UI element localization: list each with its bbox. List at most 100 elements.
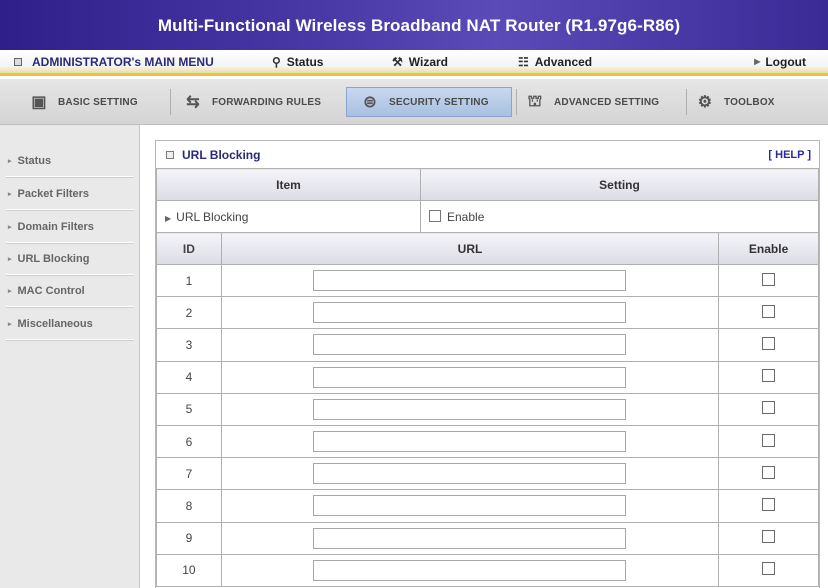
bullet-icon: ▸: [8, 223, 12, 231]
tab-toolbox[interactable]: ⚙ TOOLBOX: [692, 87, 775, 117]
tab-divider: [516, 89, 517, 115]
url-input[interactable]: [313, 398, 627, 420]
table-row: 2: [156, 296, 819, 330]
url-enable-checkbox[interactable]: [762, 497, 776, 511]
url-enable-checkbox[interactable]: [762, 336, 776, 350]
url-input[interactable]: [313, 463, 627, 485]
sidebar-item-domain-filters[interactable]: ▸ Domain Filters: [6, 211, 134, 243]
url-id-cell: 6: [156, 424, 222, 459]
panel-header: URL Blocking [ HELP ]: [156, 141, 819, 168]
url-input[interactable]: [313, 302, 627, 324]
url-id-cell: 8: [156, 489, 222, 523]
tab-bar: ▣ BASIC SETTING ⇆ FORWARDING RULES ⊜ SEC…: [0, 79, 828, 125]
sidebar-item-url-blocking[interactable]: ▸ URL Blocking: [6, 243, 134, 275]
sidebar-item-label: Status: [17, 154, 52, 167]
url-id-cell: 2: [156, 296, 222, 330]
column-header-enable: Enable: [718, 232, 819, 265]
sidebar-item-miscellaneous[interactable]: ▸ Miscellaneous: [6, 308, 134, 340]
tab-forwarding-label: FORWARDING RULES: [212, 96, 322, 108]
square-bullet-icon: [14, 57, 22, 66]
table-row: 3: [156, 328, 819, 362]
url-enable-checkbox[interactable]: [762, 562, 776, 576]
bullet-icon: ▸: [8, 157, 12, 165]
wizard-icon: ⚒: [392, 54, 403, 69]
table-row: 1: [156, 263, 819, 298]
column-header-setting: Setting: [420, 168, 819, 201]
logout-link[interactable]: ▶ Logout: [754, 55, 806, 69]
advanced-menu-label: Advanced: [534, 54, 593, 69]
url-input[interactable]: [313, 495, 627, 517]
url-enable-checkbox[interactable]: [762, 401, 776, 415]
url-cell: [220, 521, 720, 555]
column-header-id: ID: [156, 232, 222, 265]
sidebar-item-label: URL Blocking: [17, 252, 90, 265]
url-input[interactable]: [313, 334, 627, 356]
url-enable-cell: [718, 521, 819, 555]
url-enable-checkbox[interactable]: [762, 530, 776, 544]
status-menu-label: Status: [286, 54, 324, 69]
url-enable-checkbox[interactable]: [762, 369, 776, 383]
sidebar-item-mac-control[interactable]: ▸ MAC Control: [6, 275, 134, 307]
status-menu-link[interactable]: ⚲ Status: [272, 55, 323, 69]
url-enable-checkbox[interactable]: [762, 433, 776, 447]
url-input[interactable]: [313, 270, 627, 292]
bullet-icon: ▸: [8, 287, 12, 295]
url-input[interactable]: [313, 527, 627, 549]
square-bullet-icon: [166, 150, 174, 159]
column-header-url: URL: [220, 232, 720, 265]
help-link[interactable]: [ HELP ]: [768, 149, 811, 161]
url-enable-cell: [718, 489, 819, 523]
url-input[interactable]: [313, 366, 627, 388]
url-enable-checkbox[interactable]: [762, 272, 776, 286]
main-menu-bar: ADMINISTRATOR's MAIN MENU ⚲ Status ⚒ Wiz…: [0, 50, 828, 76]
bullet-icon: ▸: [8, 255, 12, 263]
sidebar-item-label: MAC Control: [17, 284, 85, 297]
url-id-cell: 10: [156, 553, 222, 587]
sidebar-item-status[interactable]: ▸ Status: [6, 145, 134, 177]
url-cell: [220, 296, 720, 330]
basic-setting-icon: ▣: [31, 94, 47, 111]
advanced-menu-link[interactable]: ☷ Advanced: [518, 55, 592, 69]
url-input[interactable]: [313, 559, 627, 581]
panel-title-text: URL Blocking: [182, 147, 261, 162]
status-icon: ⚲: [272, 54, 281, 69]
url-list-table: ID URL Enable 1 2 3 4 5 6 7 8 9 10: [156, 232, 819, 587]
url-input[interactable]: [313, 431, 627, 453]
tab-advanced-label: ADVANCED SETTING: [554, 96, 660, 108]
url-rows: 1 2 3 4 5 6 7 8 9 10: [156, 263, 819, 587]
row-label-text: URL Blocking: [176, 209, 249, 224]
url-enable-cell: [718, 263, 819, 298]
tab-forwarding-rules[interactable]: ⇆ FORWARDING RULES: [180, 87, 321, 117]
tab-advanced-setting[interactable]: ⛫ ADVANCED SETTING: [522, 87, 660, 117]
url-blocking-panel: URL Blocking [ HELP ] Item Setting ▶ URL …: [155, 140, 820, 588]
url-id-cell: 1: [156, 263, 222, 298]
url-cell: [220, 489, 720, 523]
enable-setting-cell: Enable: [420, 200, 819, 233]
sidebar-item-label: Packet Filters: [17, 187, 90, 200]
table-row: 8: [156, 489, 819, 523]
tab-security-label: SECURITY SETTING: [389, 96, 489, 108]
url-cell: [220, 328, 720, 362]
tab-basic-label: BASIC SETTING: [58, 96, 138, 108]
tab-toolbox-label: TOOLBOX: [724, 96, 775, 108]
page-title: Multi-Functional Wireless Broadband NAT …: [157, 16, 681, 35]
url-enable-checkbox[interactable]: [762, 465, 776, 479]
forwarding-icon: ⇆: [186, 94, 200, 111]
admin-menu-label: ADMINISTRATOR's MAIN MENU: [14, 55, 214, 69]
tab-basic-setting[interactable]: ▣ BASIC SETTING: [26, 87, 138, 117]
wizard-menu-label: Wizard: [408, 54, 448, 69]
url-cell: [220, 457, 720, 491]
tab-security-setting[interactable]: ⊜ SECURITY SETTING: [346, 87, 512, 117]
triangle-right-icon: ▶: [754, 57, 761, 66]
url-enable-checkbox[interactable]: [762, 304, 776, 318]
sidebar-item-packet-filters[interactable]: ▸ Packet Filters: [6, 178, 134, 210]
enable-url-blocking-checkbox[interactable]: [429, 209, 441, 222]
bullet-icon: ▸: [8, 320, 12, 328]
url-enable-cell: [718, 296, 819, 330]
url-id-cell: 9: [156, 521, 222, 555]
wizard-menu-link[interactable]: ⚒ Wizard: [392, 55, 448, 69]
toolbox-icon: ⚙: [697, 94, 713, 111]
url-enable-cell: [718, 328, 819, 362]
tab-divider: [170, 89, 171, 115]
url-blocking-row-label: ▶ URL Blocking: [156, 200, 421, 233]
